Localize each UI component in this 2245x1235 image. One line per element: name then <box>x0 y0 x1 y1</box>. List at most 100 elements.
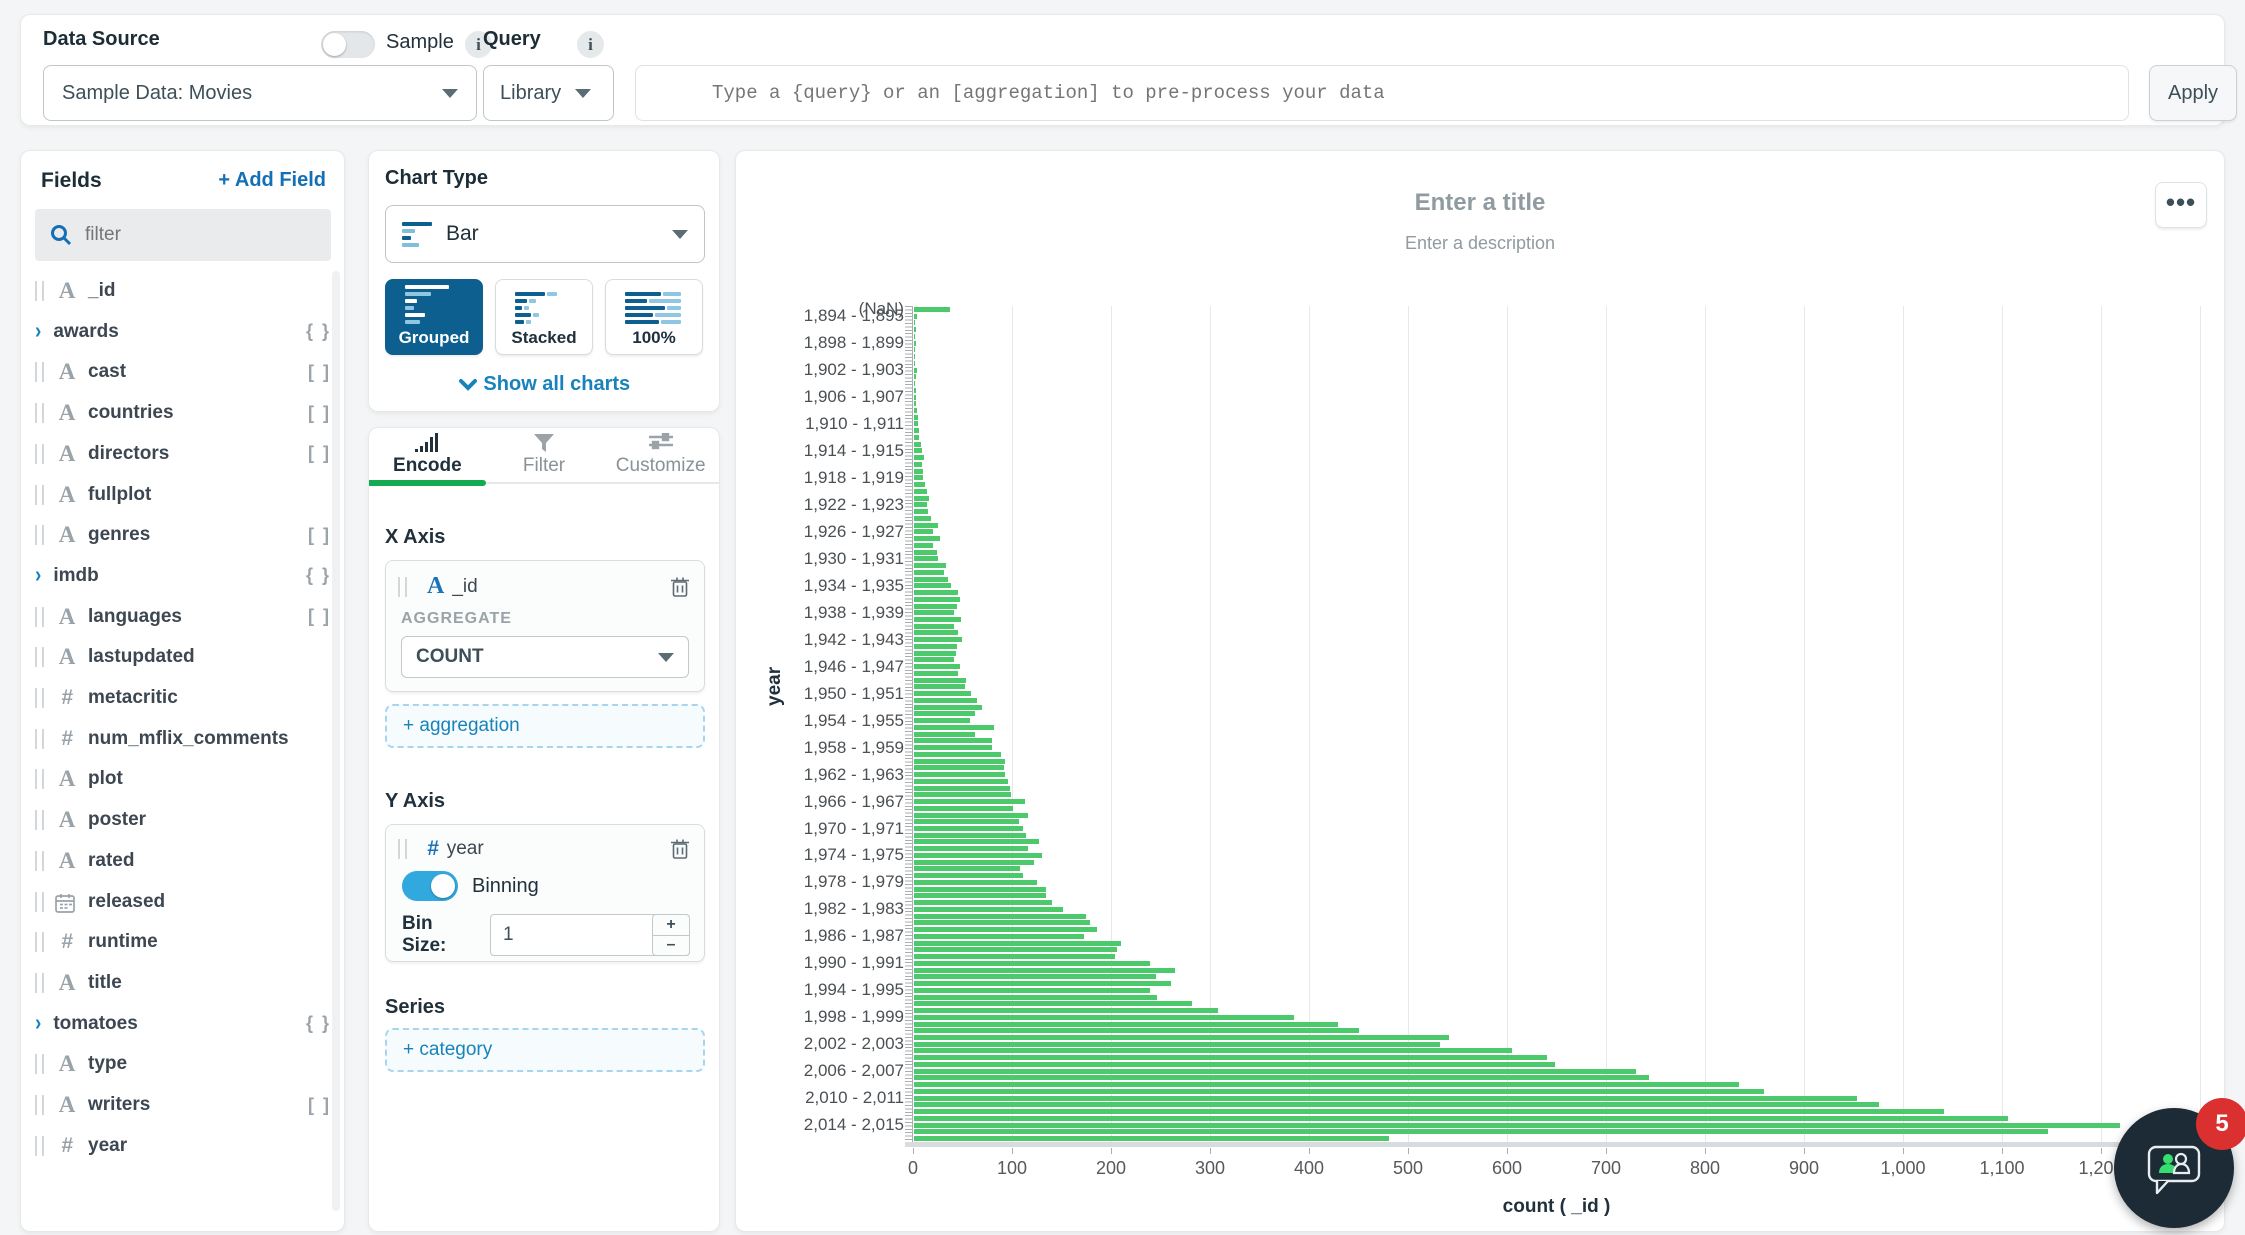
bar <box>914 347 915 352</box>
drag-handle-icon[interactable] <box>35 1054 44 1074</box>
toggle-knob <box>323 33 346 56</box>
binning-toggle[interactable] <box>402 871 458 901</box>
field-row-year[interactable]: #year <box>35 1126 331 1166</box>
chevron-right-icon[interactable]: › <box>35 318 41 344</box>
chart-menu-button[interactable]: ••• <box>2155 182 2207 228</box>
trash-icon[interactable] <box>670 576 690 598</box>
tab-customize[interactable]: Customize <box>602 428 719 482</box>
trash-icon[interactable] <box>670 838 690 860</box>
add-aggregation-button[interactable]: + aggregation <box>385 704 705 748</box>
field-row-plot[interactable]: Aplot <box>35 759 331 799</box>
field-name: _id <box>88 280 115 302</box>
show-all-charts-link[interactable]: Show all charts <box>369 373 719 396</box>
aggregate-value: COUNT <box>416 646 484 668</box>
variant-100[interactable]: 100% <box>605 279 703 355</box>
chart-description-placeholder[interactable]: Enter a description <box>736 233 2224 254</box>
field-row-genres[interactable]: Agenres[ ] <box>35 515 331 555</box>
bar <box>914 860 1034 865</box>
field-name: rated <box>88 850 134 872</box>
field-row-_id[interactable]: A_id <box>35 271 331 311</box>
tab-filter[interactable]: Filter <box>486 428 603 482</box>
field-row-rated[interactable]: Arated <box>35 841 331 881</box>
drag-handle-icon[interactable] <box>35 444 44 464</box>
drag-handle-icon[interactable] <box>35 973 44 993</box>
y-tick-label: 1,894 - 1,895 <box>704 306 904 326</box>
add-field-button[interactable]: + Add Field <box>218 169 326 192</box>
field-row-directors[interactable]: Adirectors[ ] <box>35 434 331 474</box>
field-row-metacritic[interactable]: #metacritic <box>35 678 331 718</box>
field-filter-box[interactable] <box>35 209 331 261</box>
field-row-runtime[interactable]: #runtime <box>35 922 331 962</box>
x-tick-mark <box>913 1148 914 1154</box>
drag-handle-icon[interactable] <box>35 403 44 423</box>
field-name: released <box>88 891 165 913</box>
field-row-languages[interactable]: Alanguages[ ] <box>35 597 331 637</box>
bar <box>914 583 951 588</box>
field-row-tomatoes[interactable]: ›tomatoes{ } <box>35 1004 331 1044</box>
chevron-right-icon[interactable]: › <box>35 1010 41 1036</box>
query-label: Query <box>483 28 541 51</box>
sample-toggle[interactable] <box>321 31 375 58</box>
bar <box>914 462 922 467</box>
y-tick-label: 1,926 - 1,927 <box>704 522 904 542</box>
aggregate-select[interactable]: COUNT <box>401 636 689 678</box>
drag-handle-icon[interactable] <box>35 485 44 505</box>
field-name: plot <box>88 768 123 790</box>
grouped-icon <box>405 285 463 325</box>
bar <box>914 590 958 595</box>
field-row-fullplot[interactable]: Afullplot <box>35 475 331 515</box>
drag-handle-icon[interactable] <box>35 851 44 871</box>
chart-type-select[interactable]: Bar <box>385 205 705 263</box>
drag-handle-icon[interactable] <box>35 647 44 667</box>
query-info-icon[interactable]: i <box>577 31 604 58</box>
add-category-button[interactable]: + category <box>385 1028 705 1072</box>
field-row-awards[interactable]: ›awards{ } <box>35 312 331 352</box>
drag-handle-icon[interactable] <box>35 892 44 912</box>
drag-handle-icon[interactable] <box>35 932 44 952</box>
field-row-poster[interactable]: Aposter <box>35 800 331 840</box>
drag-handle-icon[interactable] <box>35 525 44 545</box>
drag-handle-icon[interactable] <box>35 810 44 830</box>
drag-handle-icon[interactable] <box>35 607 44 627</box>
field-name: poster <box>88 809 146 831</box>
bin-size-increment-button[interactable]: + <box>652 914 690 936</box>
drag-handle-icon[interactable] <box>35 1095 44 1115</box>
field-row-title[interactable]: Atitle <box>35 963 331 1003</box>
field-filter-input[interactable] <box>85 224 285 246</box>
variant-grouped[interactable]: Grouped <box>385 279 483 355</box>
y-tick-label: 1,994 - 1,995 <box>704 980 904 1000</box>
x-tick-mark <box>1111 1148 1112 1154</box>
bar <box>914 624 954 629</box>
field-row-type[interactable]: Atype <box>35 1044 331 1084</box>
fields-scrollbar[interactable] <box>332 271 340 1211</box>
field-row-released[interactable]: released <box>35 882 331 922</box>
data-source-select[interactable]: Sample Data: Movies <box>43 65 477 121</box>
bar <box>914 738 992 743</box>
drag-handle-icon[interactable] <box>35 688 44 708</box>
field-name: cast <box>88 361 126 383</box>
drag-handle-icon[interactable] <box>35 729 44 749</box>
field-row-imdb[interactable]: ›imdb{ } <box>35 556 331 596</box>
field-row-num_mflix_comments[interactable]: #num_mflix_comments <box>35 719 331 759</box>
field-row-writers[interactable]: Awriters[ ] <box>35 1085 331 1125</box>
query-input[interactable] <box>635 65 2129 121</box>
library-dropdown[interactable]: Library <box>483 65 614 121</box>
field-row-lastupdated[interactable]: Alastupdated <box>35 637 331 677</box>
field-row-cast[interactable]: Acast[ ] <box>35 352 331 392</box>
field-row-countries[interactable]: Acountries[ ] <box>35 393 331 433</box>
drag-handle-icon[interactable] <box>35 1136 44 1156</box>
drag-handle-icon[interactable] <box>35 281 44 301</box>
drag-handle-icon[interactable] <box>398 839 407 859</box>
chart-title-placeholder[interactable]: Enter a title <box>736 189 2224 217</box>
bar <box>914 893 1046 898</box>
drag-handle-icon[interactable] <box>35 769 44 789</box>
x-tick-mark <box>2101 1148 2102 1154</box>
tab-encode[interactable]: Encode <box>369 428 486 482</box>
bin-size-decrement-button[interactable]: – <box>652 936 690 956</box>
variant-stacked[interactable]: Stacked <box>495 279 593 355</box>
apply-button[interactable]: Apply <box>2149 65 2237 121</box>
drag-handle-icon[interactable] <box>35 362 44 382</box>
drag-handle-icon[interactable] <box>398 577 407 597</box>
mongodb-charts-builder: Data Source Sample i Query i Sample Data… <box>0 0 2245 1235</box>
chevron-right-icon[interactable]: › <box>35 563 41 589</box>
